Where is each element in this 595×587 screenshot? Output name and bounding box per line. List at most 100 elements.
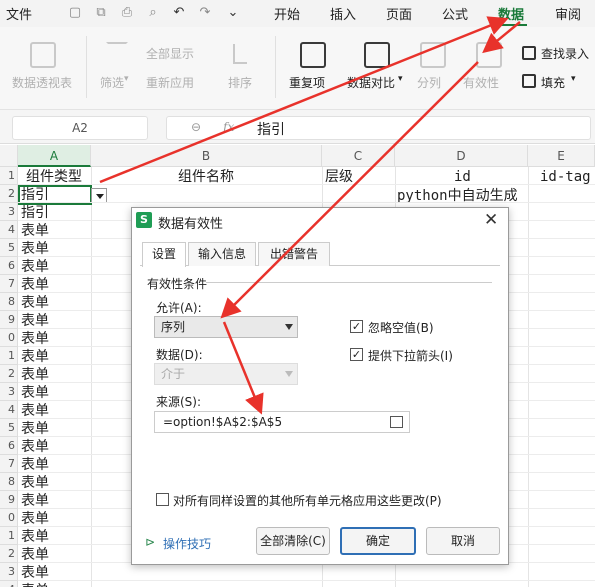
row-header[interactable]: 0 bbox=[0, 329, 18, 347]
cell-column-a[interactable]: 指引 bbox=[21, 186, 49, 204]
filter-button[interactable]: 筛选 bbox=[100, 74, 124, 91]
cell-column-a[interactable]: 表单 bbox=[21, 330, 49, 348]
column-header-c[interactable]: C bbox=[322, 145, 395, 167]
select-all-corner[interactable] bbox=[0, 145, 18, 167]
tab-error-alert[interactable]: 出错警告 bbox=[258, 242, 330, 266]
validation-button[interactable]: 有效性 bbox=[463, 74, 499, 91]
cell-column-a[interactable]: 表单 bbox=[21, 456, 49, 474]
row-header[interactable]: 9 bbox=[0, 491, 18, 509]
row-header[interactable]: 7 bbox=[0, 275, 18, 293]
show-dropdown-checkbox[interactable]: ✓ bbox=[350, 348, 363, 361]
cell-column-a[interactable]: 表单 bbox=[21, 402, 49, 420]
tab-settings[interactable]: 设置 bbox=[142, 242, 186, 267]
source-input[interactable]: =option!$A$2:$A$5 bbox=[154, 411, 410, 433]
column-header-a[interactable]: A bbox=[18, 145, 91, 167]
tab-page[interactable]: 页面 bbox=[386, 4, 412, 23]
row-header[interactable]: 4 bbox=[0, 221, 18, 239]
cell-column-a[interactable]: 表单 bbox=[21, 222, 49, 240]
redo-icon[interactable]: ↷ bbox=[196, 4, 214, 22]
pivot-table-button[interactable]: 数据透视表 bbox=[12, 74, 72, 91]
ok-button[interactable]: 确定 bbox=[340, 527, 416, 555]
row-header[interactable]: 7 bbox=[0, 455, 18, 473]
row-header[interactable]: 6 bbox=[0, 257, 18, 275]
cell-column-a[interactable]: 指引 bbox=[21, 204, 49, 222]
row-header[interactable]: 0 bbox=[0, 509, 18, 527]
pivot-table-icon bbox=[30, 42, 56, 68]
fill-button[interactable]: 填充 bbox=[541, 74, 565, 91]
row-header[interactable]: 3 bbox=[0, 563, 18, 581]
column-header-e[interactable]: E bbox=[528, 145, 595, 167]
row-header[interactable]: 2 bbox=[0, 545, 18, 563]
close-icon[interactable]: ✕ bbox=[484, 210, 498, 230]
column-header-d[interactable]: D bbox=[395, 145, 528, 167]
row-header[interactable]: 9 bbox=[0, 311, 18, 329]
row-header[interactable]: 2 bbox=[0, 185, 18, 203]
column-header-b[interactable]: B bbox=[91, 145, 322, 167]
row-header[interactable]: 4 bbox=[0, 401, 18, 419]
row-header[interactable]: 8 bbox=[0, 473, 18, 491]
row-header[interactable]: 1 bbox=[0, 347, 18, 365]
apply-all-label: 对所有同样设置的其他所有单元格应用这些更改(P) bbox=[173, 494, 442, 508]
row-header[interactable]: 5 bbox=[0, 239, 18, 257]
cell-column-a[interactable]: 表单 bbox=[21, 348, 49, 366]
row-header[interactable]: 3 bbox=[0, 203, 18, 221]
row-header[interactable]: 1 bbox=[0, 167, 18, 185]
zoom-icon[interactable]: ⊖ bbox=[191, 120, 201, 134]
row-header[interactable]: 5 bbox=[0, 419, 18, 437]
page-icon[interactable]: ⧉ bbox=[92, 4, 110, 22]
row-header[interactable]: 4 bbox=[0, 581, 18, 587]
tab-data[interactable]: 数据 bbox=[498, 4, 524, 23]
save-icon[interactable]: ▢ bbox=[66, 4, 84, 22]
tab-review[interactable]: 审阅 bbox=[555, 4, 581, 23]
name-box[interactable]: A2 bbox=[12, 116, 148, 140]
fx-icon[interactable]: fx bbox=[223, 120, 234, 134]
duplicates-button[interactable]: 重复项 bbox=[289, 74, 325, 91]
undo-icon[interactable]: ↶ bbox=[170, 4, 188, 22]
cell-column-a[interactable]: 表单 bbox=[21, 492, 49, 510]
cell-column-a[interactable]: 表单 bbox=[21, 366, 49, 384]
data-compare-button[interactable]: 数据对比 bbox=[347, 74, 395, 91]
cell-column-a[interactable]: 表单 bbox=[21, 240, 49, 258]
cancel-button[interactable]: 取消 bbox=[426, 527, 500, 555]
row-header[interactable]: 6 bbox=[0, 437, 18, 455]
split-button[interactable]: 分列 bbox=[417, 74, 441, 91]
cell-column-a[interactable]: 表单 bbox=[21, 546, 49, 564]
tab-insert[interactable]: 插入 bbox=[330, 4, 356, 23]
file-menu[interactable]: 文件 bbox=[6, 4, 32, 23]
tab-start[interactable]: 开始 bbox=[274, 4, 300, 23]
print-preview-icon[interactable]: ⌕ bbox=[144, 4, 162, 22]
cell-column-a[interactable]: 表单 bbox=[21, 276, 49, 294]
show-all-button[interactable]: 全部显示 bbox=[146, 45, 194, 62]
play-icon[interactable]: ⊳ bbox=[145, 535, 155, 549]
tips-link[interactable]: 操作技巧 bbox=[163, 535, 211, 552]
tab-input-message[interactable]: 输入信息 bbox=[188, 242, 256, 266]
ignore-blank-checkbox[interactable]: ✓ bbox=[350, 320, 363, 333]
cell-column-a[interactable]: 表单 bbox=[21, 420, 49, 438]
row-header[interactable]: 8 bbox=[0, 293, 18, 311]
row-header[interactable]: 1 bbox=[0, 527, 18, 545]
row-header[interactable]: 3 bbox=[0, 383, 18, 401]
allow-select[interactable]: 序列 bbox=[154, 316, 298, 338]
range-picker-icon[interactable] bbox=[390, 416, 403, 428]
lookup-entry-button[interactable]: 查找录入 bbox=[541, 45, 589, 62]
cell-column-a[interactable]: 表单 bbox=[21, 510, 49, 528]
cell-column-a[interactable]: 表单 bbox=[21, 258, 49, 276]
apply-all-checkbox[interactable] bbox=[156, 493, 169, 506]
cell-dropdown-button[interactable] bbox=[91, 188, 107, 203]
tab-formula[interactable]: 公式 bbox=[442, 4, 468, 23]
chevron-down-icon[interactable]: ⌄ bbox=[224, 4, 242, 22]
cell-column-a[interactable]: 表单 bbox=[21, 312, 49, 330]
cell-column-a[interactable]: 表单 bbox=[21, 582, 49, 587]
formula-input[interactable]: ⊖ fx 指引 bbox=[166, 116, 591, 140]
cell-column-a[interactable]: 表单 bbox=[21, 564, 49, 582]
row-header[interactable]: 2 bbox=[0, 365, 18, 383]
reapply-button[interactable]: 重新应用 bbox=[146, 74, 194, 91]
cell-column-a[interactable]: 表单 bbox=[21, 384, 49, 402]
sort-button[interactable]: 排序 bbox=[228, 74, 252, 91]
print-icon[interactable]: ⎙ bbox=[118, 4, 136, 22]
cell-column-a[interactable]: 表单 bbox=[21, 294, 49, 312]
clear-all-button[interactable]: 全部清除(C) bbox=[256, 527, 330, 555]
cell-column-a[interactable]: 表单 bbox=[21, 474, 49, 492]
cell-column-a[interactable]: 表单 bbox=[21, 438, 49, 456]
cell-column-a[interactable]: 表单 bbox=[21, 528, 49, 546]
